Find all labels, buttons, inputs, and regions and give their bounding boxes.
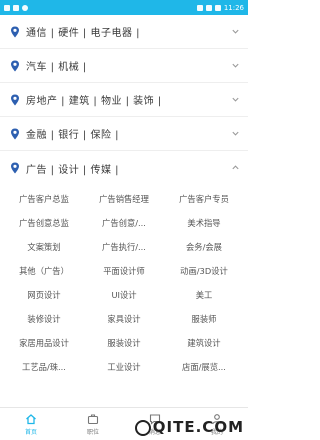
category-row-telecom[interactable]: 通信 | 硬件 | 电子电器 |: [0, 15, 248, 49]
watermark-logo-icon: [134, 419, 151, 436]
category-label: 广告 | 设计 | 传媒 |: [26, 164, 120, 176]
job-item[interactable]: 美术指导: [164, 211, 244, 235]
sync-icon: [22, 4, 28, 11]
location-pin-icon: [11, 128, 19, 139]
category-label: 通信 | 硬件 | 电子电器 |: [26, 28, 141, 39]
job-item[interactable]: 网页设计: [4, 283, 84, 307]
job-item[interactable]: 工业设计: [84, 355, 164, 379]
chevron-down-icon[interactable]: [231, 95, 240, 104]
job-item[interactable]: 平面设计师: [84, 259, 164, 283]
job-item[interactable]: 广告创意/...: [84, 211, 164, 235]
watermark-text: QITE.COM: [152, 418, 244, 436]
category-label: 汽车 | 机械 |: [26, 62, 87, 73]
briefcase-icon: [87, 413, 99, 424]
tab-jobs[interactable]: 职位: [62, 408, 124, 440]
category-row-realestate[interactable]: 房地产 | 建筑 | 物业 | 装饰 |: [0, 83, 248, 117]
category-label: 金融 | 银行 | 保险 |: [26, 130, 120, 141]
battery-icon: [214, 4, 221, 11]
job-item[interactable]: 工艺品/珠...: [4, 355, 84, 379]
signal-icon: [205, 4, 212, 11]
job-item[interactable]: 动画/3D设计: [164, 259, 244, 283]
category-row-finance[interactable]: 金融 | 银行 | 保险 |: [0, 117, 248, 151]
location-pin-icon: [11, 162, 19, 174]
job-item[interactable]: UI设计: [84, 283, 164, 307]
status-left: [4, 4, 28, 11]
home-icon: [26, 413, 36, 424]
download-icon: [13, 4, 19, 11]
job-item[interactable]: 店面/展览...: [164, 355, 244, 379]
category-row-auto[interactable]: 汽车 | 机械 |: [0, 49, 248, 83]
job-item[interactable]: 美工: [164, 283, 244, 307]
status-right: 11:26: [196, 3, 244, 12]
category-label: 房地产 | 建筑 | 物业 | 装饰 |: [26, 96, 162, 107]
job-item[interactable]: 文案策划: [4, 235, 84, 259]
category-row-advertising[interactable]: 广告 | 设计 | 传媒 |: [0, 151, 248, 185]
notification-icon: [4, 4, 10, 11]
tab-label: 首页: [24, 428, 37, 436]
chevron-down-icon[interactable]: [231, 61, 240, 70]
category-list: 通信 | 硬件 | 电子电器 | 汽车 | 机械 | 房地产 | 建筑 | 物业…: [0, 15, 248, 407]
job-item[interactable]: 广告客户专员: [164, 187, 244, 211]
job-item[interactable]: 服装师: [164, 307, 244, 331]
job-item[interactable]: 家具设计: [84, 307, 164, 331]
job-item[interactable]: 其他（广告）: [4, 259, 84, 283]
tab-label: 职位: [86, 428, 99, 436]
chevron-down-icon[interactable]: [231, 27, 240, 36]
job-item[interactable]: 广告销售经理: [84, 187, 164, 211]
job-item[interactable]: 家居用品设计: [4, 331, 84, 355]
chevron-up-icon[interactable]: [231, 163, 240, 172]
job-item[interactable]: 建筑设计: [164, 331, 244, 355]
job-item[interactable]: 广告执行/...: [84, 235, 164, 259]
location-pin-icon: [11, 60, 19, 71]
wifi-icon: [196, 4, 203, 11]
job-item[interactable]: 广告创意总监: [4, 211, 84, 235]
tab-home[interactable]: 首页: [0, 408, 62, 440]
status-bar: 11:26: [0, 0, 248, 15]
status-time: 11:26: [223, 3, 244, 12]
job-item[interactable]: 服装设计: [84, 331, 164, 355]
site-watermark: QITE.COM: [134, 418, 244, 436]
chevron-down-icon[interactable]: [231, 129, 240, 138]
location-pin-icon: [11, 94, 19, 105]
job-item[interactable]: 装修设计: [4, 307, 84, 331]
location-pin-icon: [11, 26, 19, 37]
job-grid: 广告客户总监 广告销售经理 广告客户专员 广告创意总监 广告创意/... 美术指…: [0, 185, 248, 379]
job-item[interactable]: 会务/会展: [164, 235, 244, 259]
job-item[interactable]: 广告客户总监: [4, 187, 84, 211]
